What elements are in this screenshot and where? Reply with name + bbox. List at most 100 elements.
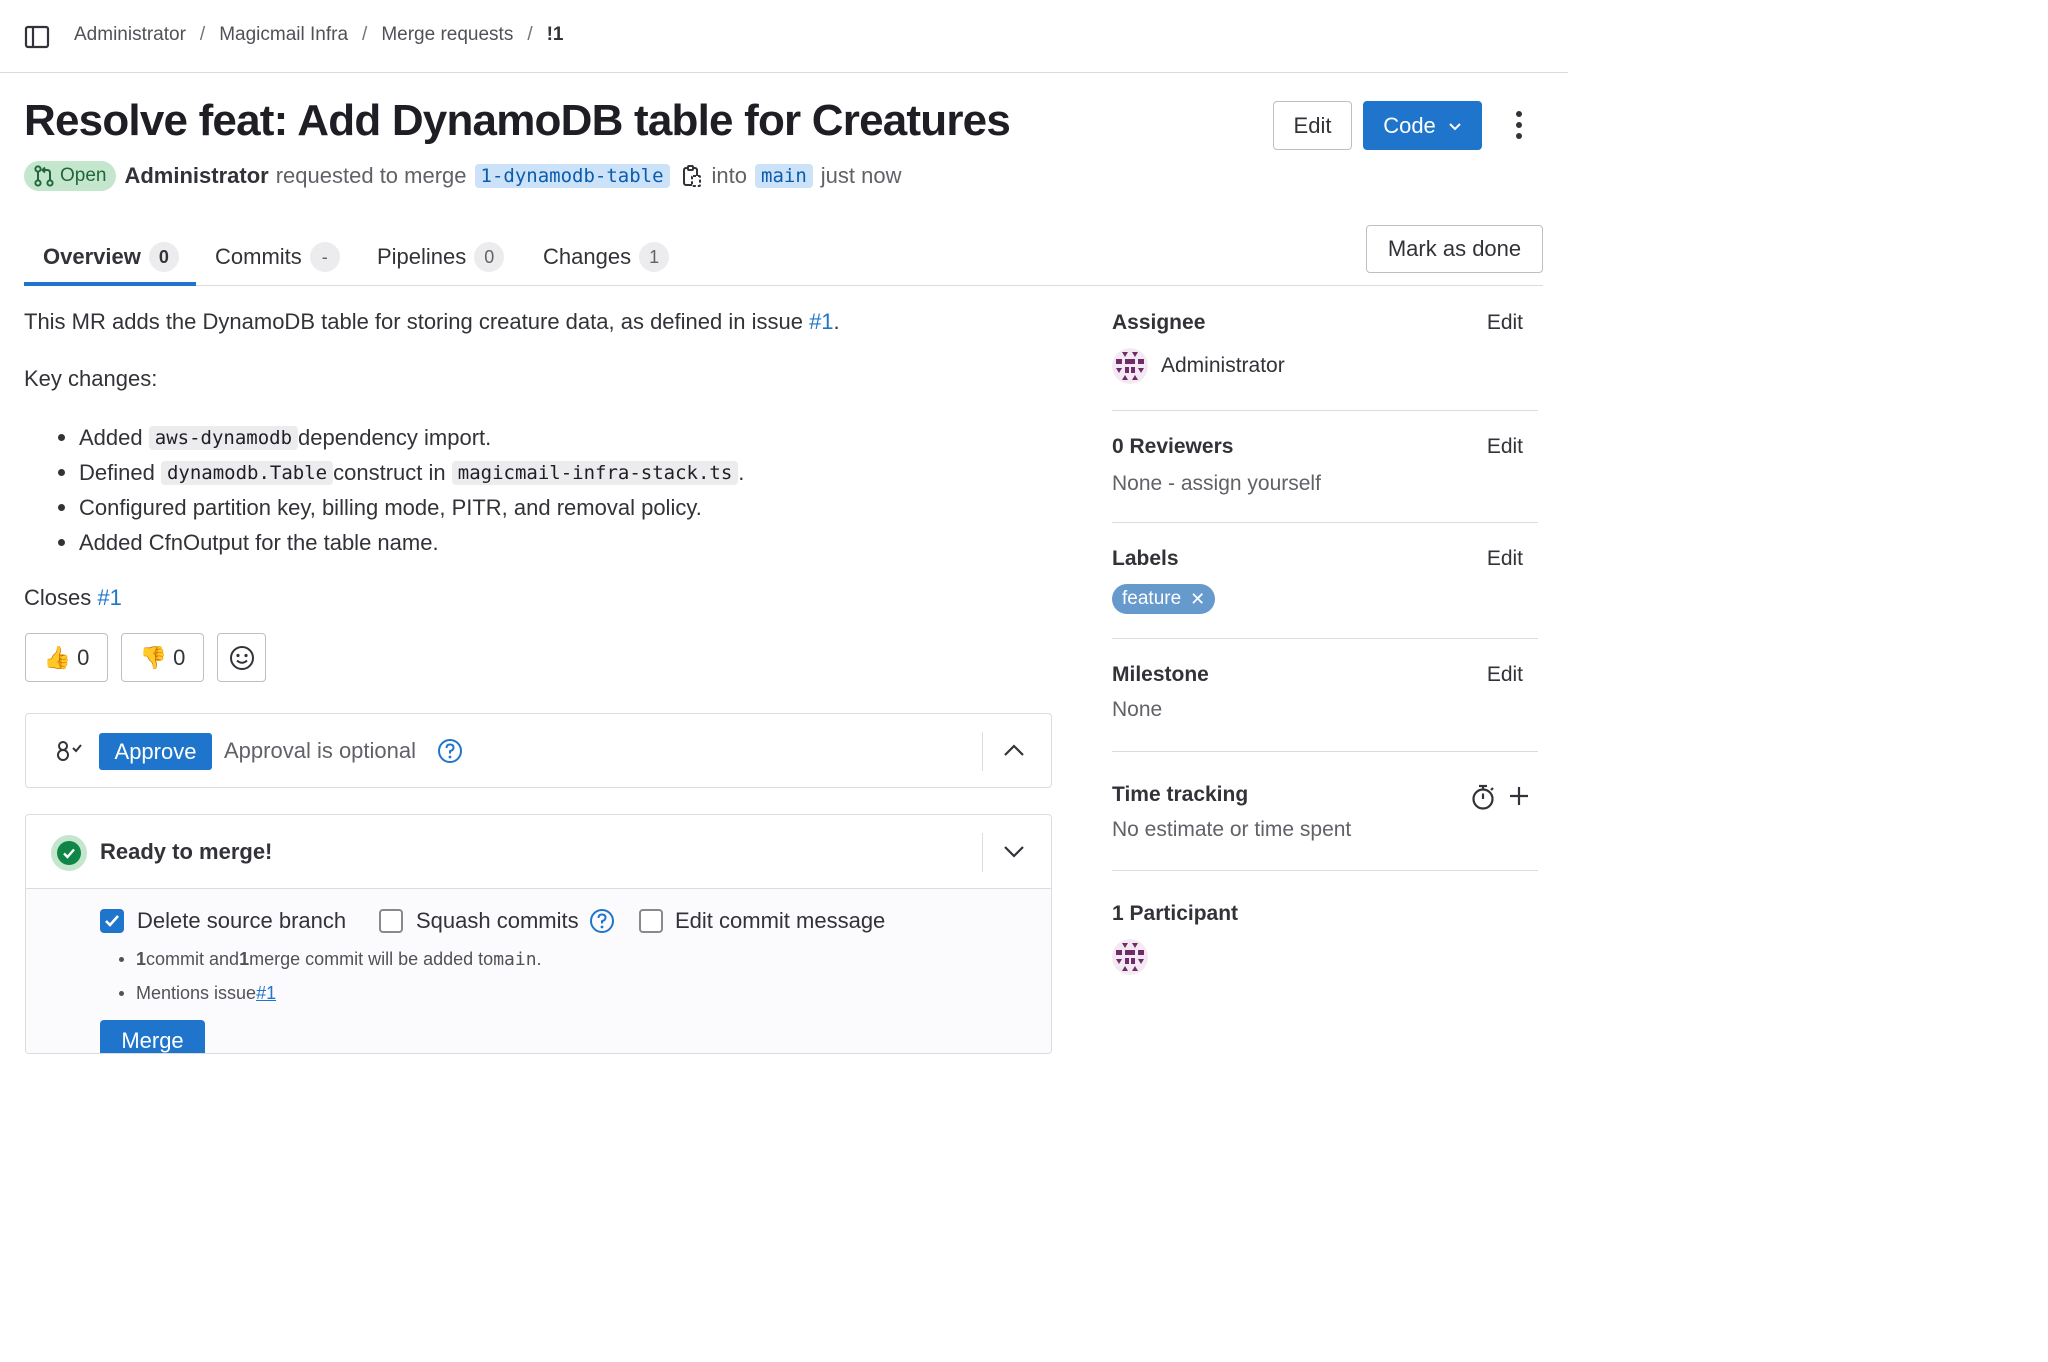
approvers-icon [57, 741, 82, 761]
sidebar-divider [1112, 638, 1538, 639]
stopwatch-icon[interactable] [1470, 783, 1496, 811]
list-item-text: . [738, 459, 745, 485]
reviewers-section: 0 Reviewers Edit None - assign yourself [1112, 435, 1538, 505]
assignee-title: Assignee [1112, 311, 1206, 334]
tab-label: Overview [43, 244, 141, 269]
label-text: feature [1122, 588, 1182, 609]
milestone-edit-link[interactable]: Edit [1487, 663, 1523, 687]
description-intro: This MR adds the DynamoDB table for stor… [24, 309, 840, 335]
reviewers-edit-link[interactable]: Edit [1487, 435, 1523, 459]
help-icon[interactable] [589, 908, 615, 934]
help-icon[interactable] [437, 738, 463, 764]
panel-divider [982, 732, 983, 771]
tab-label: Changes [543, 244, 632, 269]
tab-count: 0 [474, 242, 505, 272]
sidebar-divider [1112, 751, 1538, 752]
breadcrumb-item-project[interactable]: Magicmail Infra [219, 24, 348, 46]
merge-request-icon [34, 165, 54, 187]
code-dropdown-button[interactable]: Code [1363, 101, 1482, 150]
target-branch-name: main [493, 949, 537, 970]
squash-commits-label[interactable]: Squash commits [416, 908, 579, 934]
breadcrumb-item-mr[interactable]: !1 [547, 24, 564, 46]
approval-optional-text: Approval is optional [224, 738, 417, 763]
labels-edit-link[interactable]: Edit [1487, 547, 1523, 571]
milestone-section: Milestone Edit None [1112, 663, 1538, 733]
assignee-edit-link[interactable]: Edit [1487, 311, 1523, 335]
tab-count: 1 [639, 242, 670, 272]
copy-branch-icon[interactable] [682, 164, 702, 188]
merge-panel-header: Ready to merge! [26, 815, 1051, 889]
label-feature[interactable]: feature ✕ [1112, 584, 1216, 614]
breadcrumb-separator: / [362, 24, 368, 45]
tab-count: - [309, 242, 340, 272]
assignee-name[interactable]: Administrator [1161, 354, 1285, 378]
tab-commits[interactable]: Commits - [215, 228, 340, 286]
description-text: This MR adds the DynamoDB table for stor… [24, 309, 810, 334]
edit-button[interactable]: Edit [1273, 101, 1352, 150]
merge-button[interactable]: Merge [100, 1020, 205, 1053]
time-tracking-section: Time tracking No estimate or time spent [1112, 783, 1538, 853]
issue-link[interactable]: #1 [809, 309, 833, 334]
tab-label: Commits [215, 244, 302, 269]
reviewers-value[interactable]: None - assign yourself [1112, 472, 1321, 496]
thumbs-up-icon: 👍 [43, 644, 72, 670]
identicon-avatar [1112, 939, 1148, 975]
inline-code: aws-dynamodb [148, 425, 299, 450]
mentioned-issue-link[interactable]: #1 [256, 983, 276, 1004]
participant-avatar[interactable] [1112, 939, 1148, 975]
sidebar-toggle-icon[interactable] [24, 24, 50, 50]
delete-source-branch-checkbox[interactable] [100, 909, 124, 933]
merge-status-text: Ready to merge! [100, 839, 273, 864]
merge-action-text: requested to merge [275, 163, 467, 188]
thumbs-up-button[interactable]: 👍 0 [25, 633, 108, 682]
list-item-text: Added [79, 424, 143, 450]
panel-divider [982, 833, 983, 872]
plus-icon[interactable] [1508, 785, 1530, 807]
code-button-label: Code [1383, 112, 1436, 138]
list-item-text: Configured partition key, billing mode, … [79, 494, 702, 520]
sidebar-divider [1112, 410, 1538, 411]
labels-section: Labels Edit feature ✕ [1112, 547, 1538, 619]
squash-commits-checkbox[interactable] [379, 909, 403, 933]
remove-label-icon[interactable]: ✕ [1190, 589, 1205, 610]
mr-meta: Open Administrator requested to merge 1-… [24, 160, 902, 192]
author-name[interactable]: Administrator [124, 163, 268, 189]
participants-section: 1 Participant [1112, 902, 1538, 982]
breadcrumb-item-administrator[interactable]: Administrator [74, 24, 186, 46]
avatar[interactable] [1112, 348, 1148, 384]
top-bar: Administrator / Magicmail Infra / Merge … [0, 0, 1568, 73]
chevron-down-icon[interactable] [1003, 844, 1025, 860]
tab-count: 0 [148, 242, 179, 272]
tab-changes[interactable]: Changes 1 [543, 228, 670, 286]
list-item-text: Added CfnOutput for the table name. [79, 529, 439, 555]
edit-commit-message-label[interactable]: Edit commit message [675, 908, 885, 934]
status-badge: Open [24, 161, 117, 191]
checkmark-icon [105, 915, 119, 927]
thumbs-down-button[interactable]: 👎 0 [121, 633, 204, 682]
more-actions-icon[interactable] [1506, 108, 1532, 142]
target-branch[interactable]: main [755, 164, 813, 188]
time-tracking-value: No estimate or time spent [1112, 818, 1352, 841]
edit-commit-message-checkbox[interactable] [639, 909, 663, 933]
tab-pipelines[interactable]: Pipelines 0 [377, 228, 505, 286]
merge-info-commits: 1 commit and 1 merge commit will be adde… [119, 949, 542, 970]
chevron-up-icon[interactable] [1003, 742, 1025, 758]
source-branch[interactable]: 1-dynamodb-table [474, 164, 670, 188]
labels-title: Labels [1112, 547, 1179, 570]
tab-overview[interactable]: Overview 0 [43, 228, 179, 286]
status-label: Open [60, 165, 107, 186]
mark-as-done-button[interactable]: Mark as done [1366, 225, 1543, 273]
merge-info-text: . [536, 949, 542, 969]
add-reaction-button[interactable] [217, 633, 266, 682]
delete-source-branch-label[interactable]: Delete source branch [137, 908, 346, 934]
inline-code: magicmail-infra-stack.ts [451, 460, 739, 485]
assignee-section: Assignee Edit Administrator [1112, 311, 1538, 391]
reviewers-title: 0 Reviewers [1112, 435, 1234, 458]
closes-issue-link[interactable]: #1 [97, 585, 121, 610]
list-item-text: Defined [79, 459, 155, 485]
breadcrumb-item-merge-requests[interactable]: Merge requests [381, 24, 513, 46]
approve-button[interactable]: Approve [99, 733, 212, 770]
page-title: Resolve feat: Add DynamoDB table for Cre… [24, 96, 1011, 145]
active-tab-indicator [24, 282, 196, 286]
list-item-text: construct in [333, 459, 446, 485]
